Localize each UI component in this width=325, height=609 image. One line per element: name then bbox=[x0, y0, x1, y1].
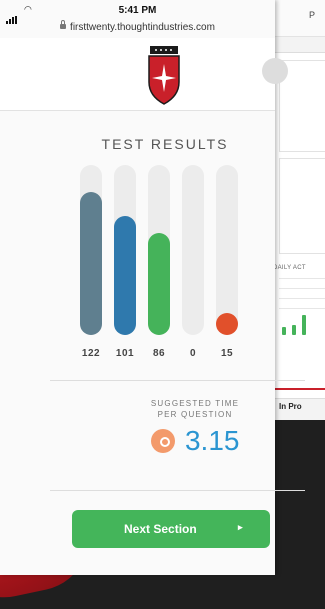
bar-fill bbox=[148, 233, 170, 335]
phone-screen: ◠ 5:41 PM firsttwenty.thoughtindustries.… bbox=[0, 0, 305, 575]
bar-value-label: 0 bbox=[189, 348, 197, 359]
results-title: TEST RESULTS bbox=[101, 136, 229, 152]
lock-icon bbox=[60, 20, 67, 29]
next-section-label: Next Section bbox=[124, 522, 197, 536]
daily-activity-label: DAILY ACT bbox=[273, 265, 306, 271]
background-chart-grid bbox=[279, 278, 325, 348]
status-time: 5:41 PM bbox=[118, 5, 157, 16]
tab-underline bbox=[273, 388, 325, 390]
bar-value-label: 122 bbox=[81, 348, 101, 359]
arrow-right-icon: ▸ bbox=[238, 522, 243, 532]
bar-track bbox=[182, 165, 204, 335]
suggested-time-label: SUGGESTED TIME PER QUESTION bbox=[150, 399, 240, 419]
bar-value-label: 86 bbox=[152, 348, 166, 359]
bar-fill bbox=[216, 313, 238, 335]
status-bar: ◠ 5:41 PM bbox=[0, 0, 275, 24]
shield-logo bbox=[148, 46, 180, 105]
clock-icon bbox=[150, 429, 175, 453]
divider bbox=[50, 490, 305, 491]
background-mini-bars bbox=[282, 315, 312, 335]
divider bbox=[50, 380, 305, 381]
url-text: firsttwenty.thoughtindustries.com bbox=[70, 22, 215, 33]
bar-fill bbox=[80, 192, 102, 335]
bar-value-label: 101 bbox=[115, 348, 135, 359]
background-topbar-text: P bbox=[309, 10, 316, 20]
bar-value-label: 15 bbox=[220, 348, 234, 359]
background-box bbox=[279, 158, 325, 254]
menu-button[interactable] bbox=[262, 58, 288, 84]
suggested-time-value: 3.15 bbox=[184, 425, 240, 456]
app-header bbox=[0, 38, 275, 111]
bar-fill bbox=[114, 216, 136, 335]
bar-track bbox=[216, 165, 238, 335]
address-bar[interactable]: firsttwenty.thoughtindustries.com bbox=[0, 20, 275, 33]
suggested-time-row: 3.15 bbox=[60, 425, 325, 457]
next-section-button[interactable]: Next Section ▸ bbox=[72, 510, 270, 548]
